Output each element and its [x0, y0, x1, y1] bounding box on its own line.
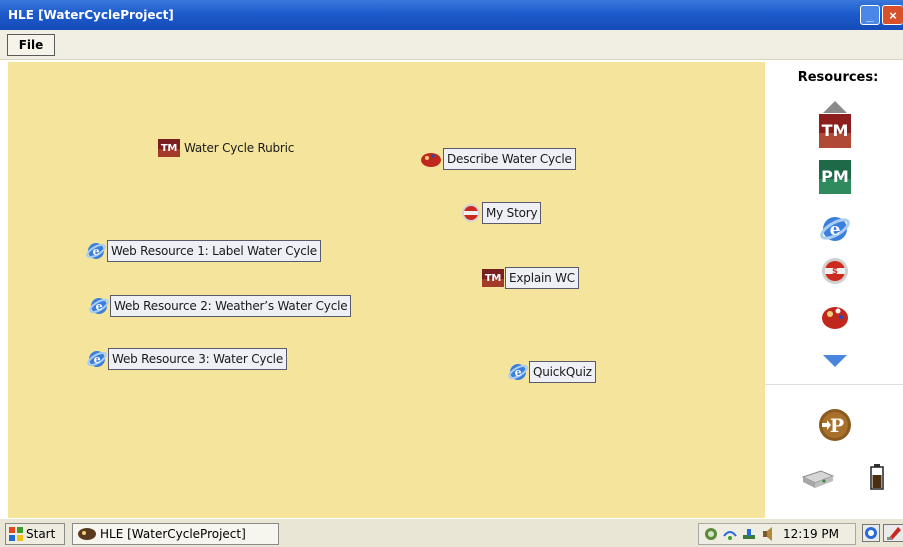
svg-text:e: e: [96, 300, 103, 313]
taskbar-window-label: HLE [WaterCycleProject]: [100, 527, 246, 541]
battery-button[interactable]: [860, 460, 894, 494]
resources-panel: Resources: TM PM e S P: [765, 62, 903, 518]
node-quickquiz[interactable]: e QuickQuiz: [508, 361, 596, 383]
svg-text:TM: TM: [485, 273, 502, 284]
svg-text:TM: TM: [822, 121, 849, 140]
story-icon: S: [822, 258, 848, 284]
svg-text:PM: PM: [821, 167, 849, 186]
battery-icon: [870, 464, 884, 490]
node-my-story[interactable]: My Story: [461, 202, 542, 224]
scroll-up-arrow-icon: [823, 101, 847, 113]
connection-icon[interactable]: [722, 526, 738, 542]
input-panel-button[interactable]: [862, 524, 880, 542]
menu-bar: File: [0, 30, 903, 60]
node-label: My Story: [482, 202, 542, 224]
panel-divider: [765, 384, 903, 385]
scroll-down-button[interactable]: [818, 344, 852, 378]
tm-icon: TM: [482, 269, 504, 287]
title-bar: HLE [WaterCycleProject] _ ×: [0, 0, 903, 30]
paint-palette-icon: [822, 307, 848, 329]
internet-explorer-icon: e: [89, 298, 109, 314]
network-icon[interactable]: [703, 526, 719, 542]
node-label: Web Resource 1: Label Water Cycle: [107, 240, 321, 262]
taskbar: Start HLE [WaterCycleProject] 12:19 PM: [0, 518, 903, 547]
svg-text:e: e: [515, 366, 522, 379]
resource-pm[interactable]: PM: [818, 160, 852, 194]
svg-text:TM: TM: [161, 143, 178, 154]
start-button[interactable]: Start: [5, 523, 65, 545]
svg-text:S: S: [832, 267, 838, 276]
svg-text:e: e: [93, 245, 100, 258]
resource-web[interactable]: e: [818, 212, 852, 246]
clock[interactable]: 12:19 PM: [783, 527, 839, 541]
scroll-down-arrow-icon: [823, 355, 847, 367]
svg-text:P: P: [830, 415, 844, 437]
node-explain-wc[interactable]: TM Explain WC: [482, 267, 579, 289]
tm-icon: TM: [819, 114, 851, 148]
internet-explorer-icon: e: [508, 364, 528, 380]
start-label: Start: [26, 527, 56, 541]
desktop-button[interactable]: [883, 524, 903, 542]
system-tray: 12:19 PM: [698, 523, 856, 545]
taskbar-window-button[interactable]: HLE [WaterCycleProject]: [72, 523, 279, 545]
file-menu[interactable]: File: [7, 34, 55, 56]
internet-explorer-icon: e: [820, 217, 850, 241]
tm-icon: TM: [158, 139, 180, 157]
resources-title: Resources:: [797, 70, 879, 85]
drive-icon: [801, 470, 834, 488]
node-label: Web Resource 2: Weather’s Water Cycle: [110, 295, 352, 317]
project-canvas[interactable]: TM Water Cycle Rubric Describe Water Cyc…: [8, 62, 765, 518]
hle-app-icon: [78, 528, 96, 540]
speaker-icon[interactable]: [760, 526, 776, 542]
node-label: QuickQuiz: [529, 361, 596, 383]
resource-paint[interactable]: [818, 300, 852, 334]
publish-button[interactable]: P: [818, 408, 852, 442]
pen-icon: [886, 527, 901, 540]
close-icon: ×: [889, 7, 897, 23]
node-label: Describe Water Cycle: [443, 148, 576, 170]
minimize-button[interactable]: _: [860, 5, 880, 25]
node-web-resource-1[interactable]: e Web Resource 1: Label Water Cycle: [86, 240, 321, 262]
minimize-icon: _: [866, 7, 874, 23]
paint-palette-icon: [421, 153, 441, 167]
internet-explorer-icon: e: [87, 351, 107, 367]
publish-icon: P: [819, 409, 851, 441]
pm-icon: PM: [819, 160, 851, 194]
svg-text:e: e: [94, 353, 101, 366]
input-panel-icon: [865, 527, 877, 539]
internet-explorer-icon: e: [86, 243, 106, 259]
node-label: Web Resource 3: Water Cycle: [108, 348, 287, 370]
node-describe-water-cycle[interactable]: Describe Water Cycle: [420, 148, 576, 170]
node-web-resource-3[interactable]: e Web Resource 3: Water Cycle: [87, 348, 287, 370]
node-web-resource-2[interactable]: e Web Resource 2: Weather’s Water Cycle: [89, 295, 352, 317]
close-button[interactable]: ×: [882, 5, 903, 25]
node-label: Water Cycle Rubric: [184, 141, 295, 155]
svg-text:e: e: [830, 220, 841, 240]
node-water-cycle-rubric[interactable]: TM Water Cycle Rubric: [158, 137, 297, 159]
drive-button[interactable]: [800, 462, 834, 496]
node-label: Explain WC: [505, 267, 579, 289]
story-icon: [462, 204, 480, 222]
resource-tm[interactable]: TM: [818, 114, 852, 148]
windows-flag-icon: [9, 527, 23, 541]
usb-icon[interactable]: [741, 526, 757, 542]
resource-story[interactable]: S: [818, 254, 852, 288]
window-title: HLE [WaterCycleProject]: [8, 8, 174, 22]
